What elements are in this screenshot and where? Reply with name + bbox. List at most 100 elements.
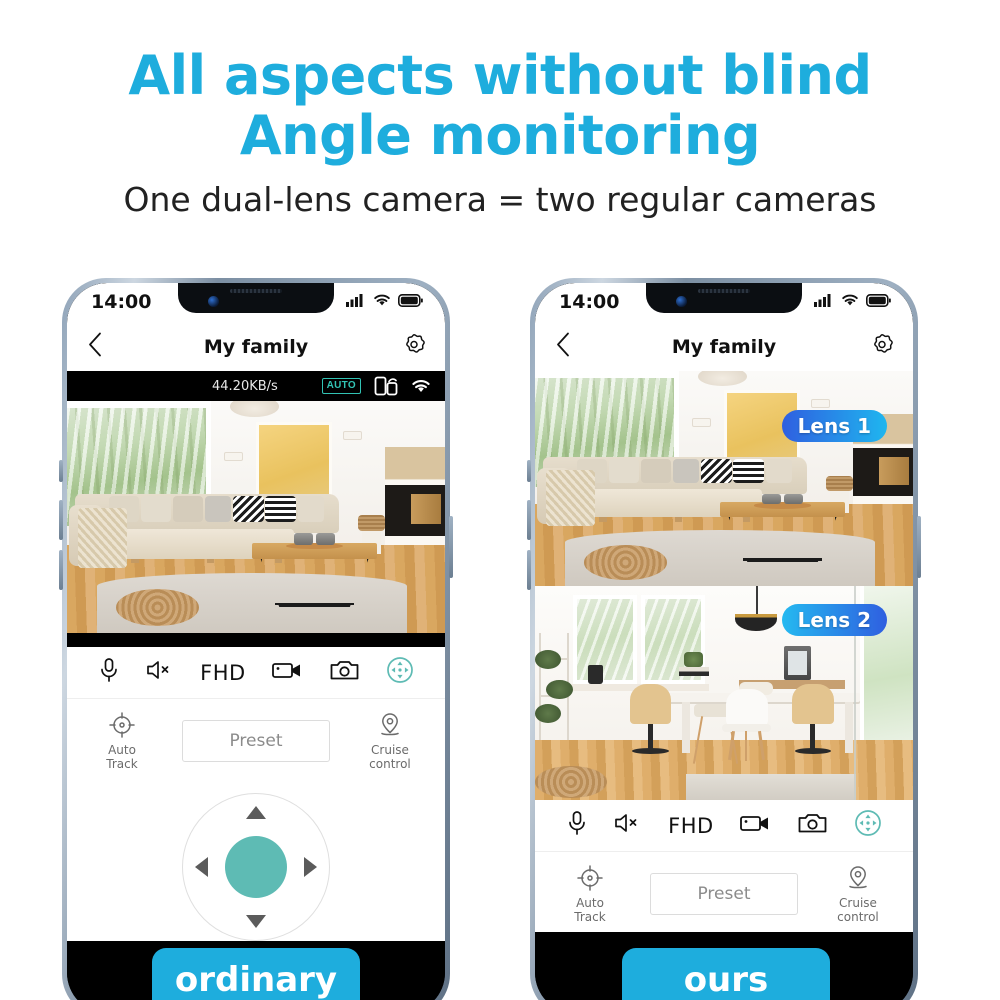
video-feed-lens-2[interactable]: Lens 2	[535, 586, 913, 800]
notch	[178, 283, 334, 313]
video-status-bar: 44.20KB/s AUTO	[67, 371, 445, 401]
ptz-icon[interactable]	[854, 809, 882, 842]
speaker-mute-icon[interactable]	[614, 811, 642, 840]
microphone-icon[interactable]	[98, 657, 120, 688]
app-header-left: My family	[67, 323, 445, 371]
power-button[interactable]	[449, 516, 453, 578]
ptz-options-row-left: Auto Track Preset Cruise control	[67, 699, 445, 779]
record-video-icon[interactable]	[739, 812, 772, 839]
snapshot-camera-icon[interactable]	[330, 659, 360, 687]
volume-down-button[interactable]	[527, 550, 531, 590]
auto-track-icon	[109, 712, 135, 738]
snapshot-camera-icon[interactable]	[798, 812, 828, 840]
signal-bars-icon	[346, 294, 363, 307]
wifi-icon	[374, 294, 390, 306]
earpiece-grille	[230, 289, 282, 293]
cruise-pin-icon	[381, 713, 399, 736]
signal-bars-icon	[814, 294, 831, 307]
ptz-icon[interactable]	[386, 656, 414, 689]
promo-page: All aspects without blind Angle monitori…	[0, 0, 1000, 1000]
chevron-left-icon	[557, 332, 569, 357]
speaker-mute-icon[interactable]	[146, 658, 174, 687]
front-camera-icon	[676, 296, 687, 307]
screen-right: 14:00 My family Lens 1 Lens 2 FHD Auto T…	[535, 283, 913, 1000]
phone-ours: 14:00 My family Lens 1 Lens 2 FHD Auto T…	[527, 278, 921, 1000]
earpiece-grille	[698, 289, 750, 293]
settings-button[interactable]	[401, 332, 427, 363]
page-title: All aspects without blind Angle monitori…	[0, 46, 1000, 166]
auto-track-button[interactable]: Auto Track	[553, 864, 627, 924]
mute-switch[interactable]	[59, 460, 63, 482]
media-toolbar-left: FHD	[67, 647, 445, 699]
gear-icon	[874, 333, 893, 353]
back-button[interactable]	[87, 332, 103, 363]
settings-button[interactable]	[869, 332, 895, 363]
battery-icon	[398, 293, 423, 307]
resolution-label[interactable]: FHD	[200, 661, 246, 685]
cruise-control-button[interactable]: Cruise control	[821, 864, 895, 924]
network-speed: 44.20KB/s	[212, 378, 278, 394]
mute-switch[interactable]	[527, 460, 531, 482]
chevron-left-icon	[89, 332, 101, 357]
auto-track-label-1: Auto	[108, 743, 136, 757]
battery-icon	[866, 293, 891, 307]
screen-left: 14:00 My family 44.20KB/s AUTO FHD Auto …	[67, 283, 445, 1000]
notch	[646, 283, 802, 313]
chair	[629, 684, 672, 770]
volume-up-button[interactable]	[527, 500, 531, 540]
dpad-right-button[interactable]	[304, 857, 317, 877]
ptz-dpad[interactable]	[182, 793, 330, 941]
auto-track-label-2: Track	[106, 757, 138, 771]
headline-line-1: All aspects without blind	[128, 44, 872, 107]
auto-quality-badge[interactable]: AUTO	[321, 378, 361, 394]
dpad-up-button[interactable]	[246, 806, 266, 819]
wifi-icon	[842, 294, 858, 306]
phone-ordinary: 14:00 My family 44.20KB/s AUTO FHD Auto …	[59, 278, 453, 1000]
status-icons	[814, 291, 891, 307]
status-time: 14:00	[91, 291, 152, 313]
dpad-left-button[interactable]	[195, 857, 208, 877]
power-button[interactable]	[917, 516, 921, 578]
auto-track-icon	[577, 865, 603, 891]
headline-line-2: Angle monitoring	[239, 104, 761, 167]
chair	[792, 684, 834, 770]
media-toolbar-right: FHD	[535, 800, 913, 852]
status-time: 14:00	[559, 291, 620, 313]
lens-1-badge[interactable]: Lens 1	[781, 410, 887, 442]
gear-icon	[406, 333, 425, 353]
control-panel-left: FHD Auto Track Preset Cruise control	[67, 633, 445, 941]
preset-button[interactable]: Preset	[650, 873, 798, 915]
auto-track-label-2: Track	[574, 910, 606, 924]
label-ordinary: ordinary	[152, 948, 360, 1000]
video-feed-lens-1[interactable]: Lens 1	[535, 371, 913, 586]
app-header-right: My family	[535, 323, 913, 371]
cruise-label-1: Cruise	[839, 896, 877, 910]
microphone-icon[interactable]	[566, 810, 588, 841]
auto-track-button[interactable]: Auto Track	[85, 711, 159, 771]
volume-up-button[interactable]	[59, 500, 63, 540]
cruise-control-button[interactable]: Cruise control	[353, 711, 427, 771]
control-panel-right: FHD Auto Track Preset Cruise control	[535, 800, 913, 932]
lens-2-badge[interactable]: Lens 2	[781, 604, 887, 636]
rotate-screen-icon[interactable]	[374, 376, 398, 396]
front-camera-icon	[208, 296, 219, 307]
back-button[interactable]	[555, 332, 571, 363]
preset-button[interactable]: Preset	[182, 720, 330, 762]
video-feed-living-room[interactable]	[67, 401, 445, 633]
cruise-label-1: Cruise	[371, 743, 409, 757]
ptz-options-row-right: Auto Track Preset Cruise control	[535, 852, 913, 932]
resolution-label[interactable]: FHD	[668, 814, 714, 838]
panel-divider	[67, 633, 445, 647]
auto-track-label-1: Auto	[576, 896, 604, 910]
page-title-left: My family	[203, 336, 309, 358]
dpad-down-button[interactable]	[246, 915, 266, 928]
volume-down-button[interactable]	[59, 550, 63, 590]
cruise-label-2: control	[369, 757, 411, 771]
status-icons	[346, 291, 423, 307]
page-title-right: My family	[671, 336, 777, 358]
dpad-center-button[interactable]	[225, 836, 287, 898]
dpad-container	[67, 779, 445, 941]
record-video-icon[interactable]	[271, 659, 304, 686]
chair	[720, 688, 773, 762]
page-subtitle: One dual-lens camera = two regular camer…	[123, 180, 877, 219]
